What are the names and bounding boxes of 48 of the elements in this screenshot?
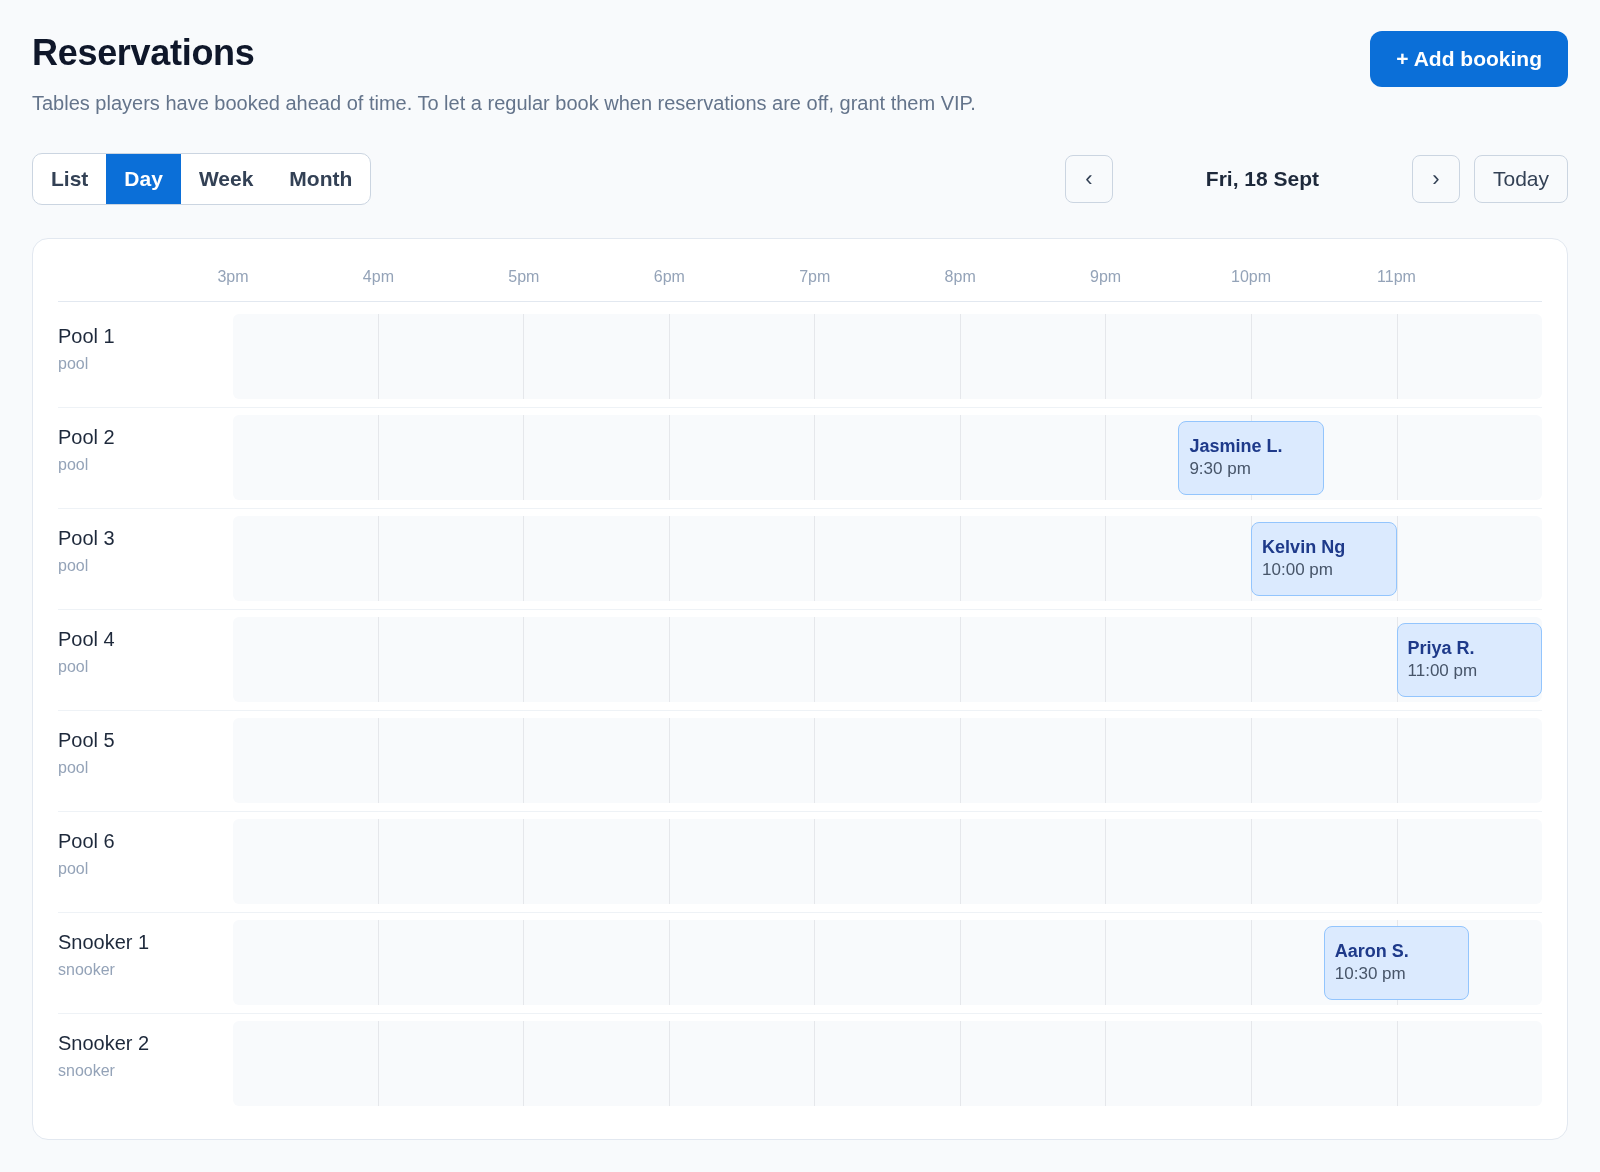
table-type: snooker xyxy=(58,960,115,980)
next-day-button[interactable]: › xyxy=(1411,155,1460,203)
table-type: pool xyxy=(58,455,89,475)
current-date: Fri, 18 Sept xyxy=(1204,167,1321,191)
table-name: Pool 2 xyxy=(58,425,115,450)
booking-card[interactable]: Priya R. 11:00 pm xyxy=(1396,623,1542,697)
table-name: Snooker 1 xyxy=(58,930,150,955)
view-tab[interactable]: Month xyxy=(271,154,371,204)
hour-label: 8pm xyxy=(943,267,977,287)
view-tab[interactable]: Day xyxy=(106,154,181,204)
today-button[interactable]: Today xyxy=(1473,155,1568,203)
table-name: Pool 1 xyxy=(58,324,115,349)
table-type: pool xyxy=(58,354,89,374)
page-subtitle: Tables players have booked ahead of time. To let a regular book when reservations are off, grant them VIP. xyxy=(32,91,976,116)
booking-time: 9:30 pm xyxy=(1189,458,1251,480)
booking-guest: Jasmine L. xyxy=(1189,435,1283,457)
hour-label: 5pm xyxy=(507,267,541,287)
table-type: snooker xyxy=(58,1061,115,1081)
hour-label: 11pm xyxy=(1376,267,1417,287)
table-name: Pool 3 xyxy=(58,526,115,551)
add-booking-button[interactable]: + Add booking xyxy=(1370,31,1568,87)
booking-guest: Kelvin Ng xyxy=(1262,536,1346,558)
table-name: Snooker 2 xyxy=(58,1031,150,1056)
table-type: pool xyxy=(58,657,89,677)
view-tab[interactable]: Week xyxy=(180,154,272,204)
booking-guest: Priya R. xyxy=(1407,637,1475,659)
booking-card[interactable]: Aaron S. 10:30 pm xyxy=(1323,926,1470,1000)
hour-label: 7pm xyxy=(798,267,832,287)
previous-day-button[interactable]: ‹ xyxy=(1064,155,1113,203)
booking-card[interactable]: Kelvin Ng 10:00 pm xyxy=(1251,522,1397,596)
hour-label: 10pm xyxy=(1230,267,1273,287)
table-name: Pool 4 xyxy=(58,627,115,652)
table-name: Pool 6 xyxy=(58,829,115,854)
booking-time: 11:00 pm xyxy=(1407,660,1478,682)
page-title: Reservations xyxy=(32,31,256,75)
hour-label: 4pm xyxy=(361,267,395,287)
hour-label: 9pm xyxy=(1089,267,1123,287)
hour-label: 6pm xyxy=(652,267,686,287)
table-type: pool xyxy=(58,859,89,879)
booking-guest: Aaron S. xyxy=(1334,940,1409,962)
booking-card[interactable]: Jasmine L. 9:30 pm xyxy=(1178,421,1324,495)
hour-label: 3pm xyxy=(216,267,250,287)
booking-time: 10:00 pm xyxy=(1262,559,1333,581)
table-type: pool xyxy=(58,758,89,778)
view-tab[interactable]: List xyxy=(33,154,107,204)
table-type: pool xyxy=(58,556,89,576)
booking-time: 10:30 pm xyxy=(1334,963,1406,985)
table-name: Pool 5 xyxy=(58,728,115,753)
